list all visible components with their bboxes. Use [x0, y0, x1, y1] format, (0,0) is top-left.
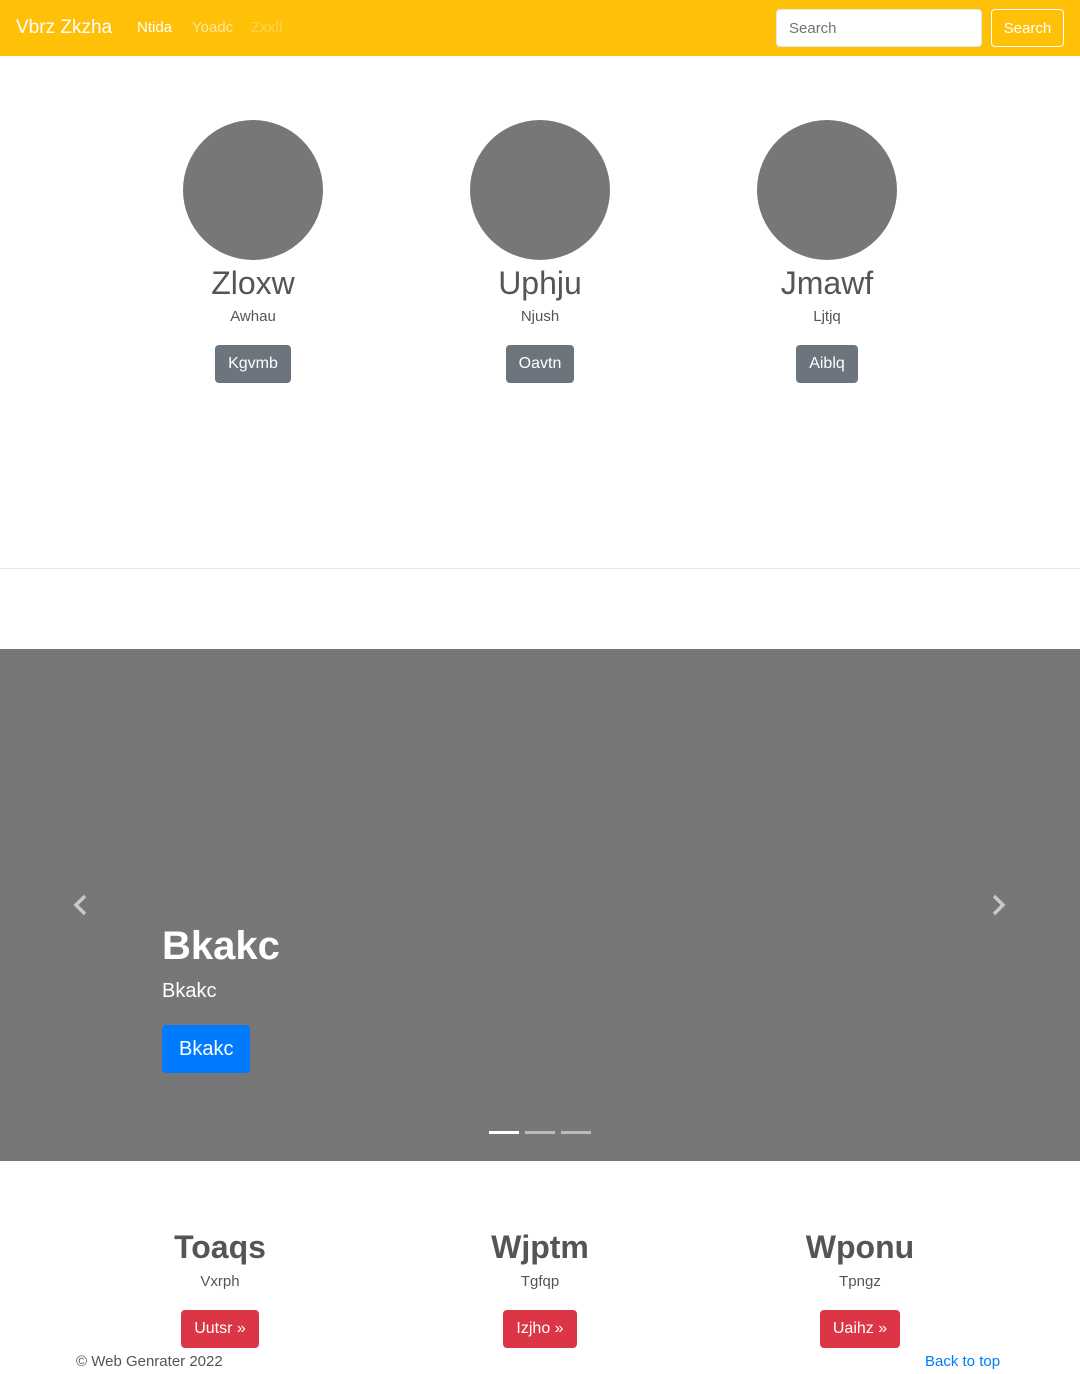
carousel: Bkakc Bkakc Bkakc: [0, 649, 1080, 1161]
footer-copyright: © Web Genrater 2022: [76, 1353, 223, 1370]
feature-card: Wponu Tpngz Uaihz »: [730, 1227, 990, 1348]
feature-button[interactable]: Uutsr »: [181, 1310, 259, 1348]
feature-subtitle: Vxrph: [200, 1273, 240, 1290]
member-name: Jmawf: [780, 265, 874, 301]
member-name: Uphju: [498, 265, 582, 301]
carousel-indicator[interactable]: [489, 1131, 519, 1134]
member-name: Zloxw: [211, 265, 295, 301]
navbar: Vbrz Zkzha Ntida Yoadc Zxxlf Search: [0, 0, 1080, 56]
carousel-indicator[interactable]: [525, 1131, 555, 1134]
member-subtitle: Awhau: [230, 308, 276, 325]
feature-title: Wjptm: [491, 1229, 589, 1265]
carousel-button[interactable]: Bkakc: [162, 1025, 251, 1073]
chevron-right-icon[interactable]: [987, 893, 1009, 917]
nav-link-yoadc[interactable]: Yoadc: [192, 19, 233, 36]
member-button[interactable]: Oavtn: [505, 345, 575, 383]
carousel-text: Bkakc: [162, 980, 217, 1002]
avatar: [470, 120, 610, 260]
feature-button[interactable]: Uaihz »: [819, 1310, 901, 1348]
carousel-indicator[interactable]: [561, 1131, 591, 1134]
member-subtitle: Njush: [520, 308, 560, 325]
nav-link-zxxlf[interactable]: Zxxlf: [251, 19, 283, 36]
feature-subtitle: Tgfqp: [520, 1273, 560, 1290]
feature-card: Wjptm Tgfqp Izjho »: [410, 1227, 670, 1348]
team-member: Jmawf Ljtjq Aiblq: [727, 120, 927, 383]
brand-logo[interactable]: Vbrz Zkzha: [16, 17, 112, 39]
back-to-top-link[interactable]: Back to top: [925, 1353, 1000, 1370]
member-button[interactable]: Aiblq: [796, 345, 858, 383]
feature-button[interactable]: Izjho »: [503, 1310, 577, 1348]
member-button[interactable]: Kgvmb: [215, 345, 291, 383]
team-member: Uphju Njush Oavtn: [440, 120, 640, 383]
search-button[interactable]: Search: [991, 9, 1064, 47]
carousel-title: Bkakc: [162, 924, 280, 968]
section-divider: [0, 568, 1080, 569]
page: Vbrz Zkzha Ntida Yoadc Zxxlf Search Zlox…: [0, 0, 1080, 1374]
feature-card: Toaqs Vxrph Uutsr »: [90, 1227, 350, 1348]
avatar: [183, 120, 323, 260]
nav-link-ntida[interactable]: Ntida: [137, 19, 172, 36]
feature-title: Wponu: [805, 1229, 915, 1265]
team-member: Zloxw Awhau Kgvmb: [153, 120, 353, 383]
avatar: [757, 120, 897, 260]
chevron-left-icon[interactable]: [70, 893, 92, 917]
search-input[interactable]: [776, 9, 982, 47]
feature-title: Toaqs: [174, 1229, 266, 1265]
member-subtitle: Ljtjq: [813, 308, 841, 325]
feature-subtitle: Tpngz: [839, 1273, 881, 1290]
